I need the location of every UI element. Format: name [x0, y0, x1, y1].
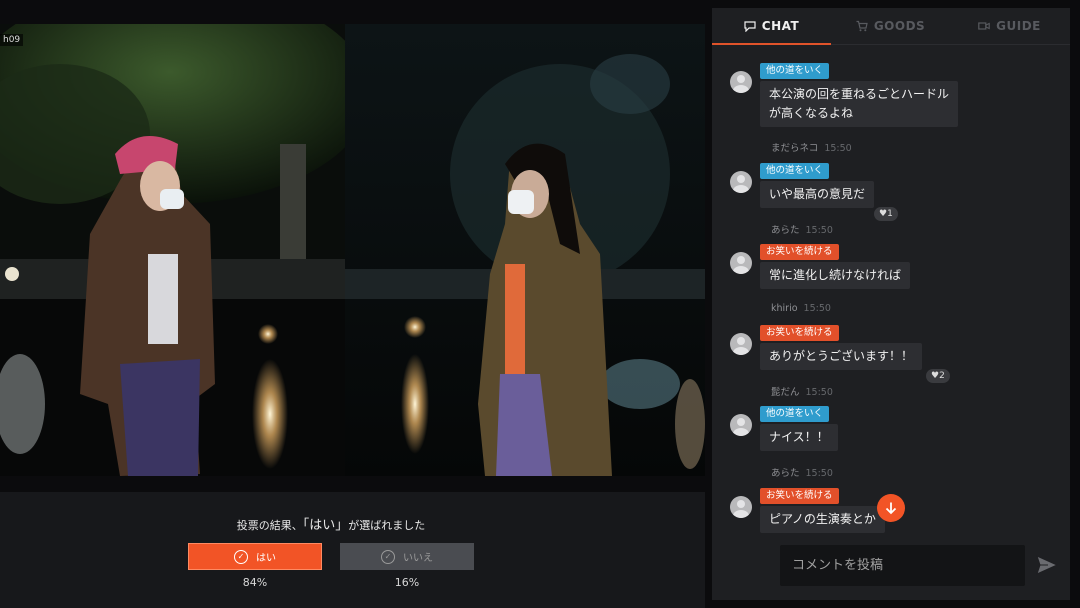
message-bubble: ナイス！！ — [760, 424, 838, 451]
vote-result-choice: 「はい」 — [302, 518, 349, 533]
tab-chat-label: CHAT — [761, 19, 800, 33]
message-meta: あらた 15:50 — [771, 465, 833, 479]
message-user: khirio — [771, 303, 798, 314]
tab-chat[interactable]: CHAT — [712, 8, 831, 45]
vote-option-no-button[interactable]: ✓ いいえ — [340, 543, 474, 570]
message-bubble: いや最高の意見だ — [760, 181, 875, 208]
message-text-line: 常に進化し続けなければ — [769, 268, 902, 282]
avatar — [730, 333, 752, 355]
cart-icon — [856, 20, 868, 32]
scroll-to-latest-button[interactable] — [877, 494, 905, 522]
comment-composer — [780, 545, 1025, 586]
choice-tag: お笑いを続ける — [760, 244, 839, 260]
message-text-line: いや最高の意見だ — [769, 187, 866, 201]
chat-bubble-icon — [744, 21, 756, 32]
vote-result-prefix: 投票の結果、 — [236, 519, 303, 532]
vote-option-no-label: いいえ — [403, 553, 433, 564]
send-button[interactable] — [1036, 555, 1059, 575]
arrow-down-icon — [885, 502, 897, 515]
message-text-line: ナイス！！ — [769, 430, 829, 444]
message-time: 15:50 — [805, 225, 833, 236]
message-user: まだらネコ — [771, 143, 819, 154]
message-user: 髭だん — [771, 387, 800, 398]
vote-no-percent: 16% — [394, 576, 420, 589]
message-meta: あらた 15:50 — [771, 222, 833, 236]
message-meta: khirio 15:50 — [771, 303, 831, 314]
choice-tag: お笑いを続ける — [760, 488, 839, 504]
avatar — [730, 414, 752, 436]
message-time: 15:50 — [805, 468, 833, 479]
chat-message: 他の道をいく ナイス！！ あらた 15:50 — [730, 406, 1060, 479]
vote-result-text: 投票の結果、「はい」が選ばれました — [0, 514, 662, 533]
vote-result-panel: 投票の結果、「はい」が選ばれました ✓ はい ✓ いいえ 84% 16% — [0, 492, 705, 608]
tab-goods-label: GOODS — [873, 19, 926, 33]
chat-message: 他の道をいく 本公演の回を重ねるごとハードル が高くなるよね まだらネコ 15:5… — [730, 63, 1060, 154]
check-circle-icon: ✓ — [381, 549, 395, 564]
chat-message: 他の道をいく いや最高の意見だ ♥1 あらた 15:50 — [730, 163, 1060, 236]
choice-tag: 他の道をいく — [760, 406, 830, 422]
side-panel: CHAT GOODS GUIDE 他の道をいく 本公演の回を重ねるごとハードル … — [712, 8, 1070, 600]
vote-option-yes-button[interactable]: ✓ はい — [188, 543, 322, 570]
message-bubble: 本公演の回を重ねるごとハードル が高くなるよね — [760, 81, 959, 127]
message-meta: 髭だん 15:50 — [771, 384, 833, 398]
message-bubble: ピアノの生演奏とか — [760, 506, 885, 533]
avatar — [730, 496, 752, 518]
message-text-line: 本公演の回を重ねるごとハードル — [769, 87, 950, 101]
comment-input[interactable] — [780, 545, 1025, 586]
tab-guide[interactable]: GUIDE — [950, 8, 1069, 44]
avatar — [730, 252, 752, 274]
chat-message-list[interactable]: 他の道をいく 本公演の回を重ねるごとハードル が高くなるよね まだらネコ 15:5… — [712, 54, 1070, 538]
message-bubble: 常に進化し続けなければ — [760, 262, 911, 289]
message-time: 15:50 — [824, 143, 852, 154]
tab-guide-label: GUIDE — [996, 19, 1041, 33]
avatar — [730, 171, 752, 193]
tab-goods[interactable]: GOODS — [831, 8, 950, 44]
choice-tag: 他の道をいく — [760, 163, 830, 179]
video-overlay-id: h09 — [0, 34, 24, 46]
message-bubble: ありがとうございます！！ — [760, 343, 923, 370]
message-text-line: ピアノの生演奏とか — [769, 512, 876, 526]
message-user: あらた — [771, 225, 800, 236]
video-camera-icon — [978, 22, 990, 30]
message-user: あらた — [771, 468, 800, 479]
message-text-line: ありがとうございます！！ — [769, 349, 914, 363]
choice-tag: 他の道をいく — [760, 63, 830, 79]
avatar — [730, 71, 752, 93]
vote-result-suffix: が選ばれました — [348, 519, 426, 532]
message-time: 15:50 — [805, 387, 833, 398]
chat-message: お笑いを続ける ありがとうございます！！ ♥2 髭だん 15:50 — [730, 325, 1060, 398]
check-circle-icon: ✓ — [234, 549, 248, 564]
chat-message: お笑いを続ける 常に進化し続けなければ khirio 15:50 — [730, 244, 1060, 314]
message-meta: まだらネコ 15:50 — [771, 140, 852, 154]
video-frame-image — [0, 24, 705, 476]
like-count-badge[interactable]: ♥2 — [926, 369, 950, 383]
vote-option-yes-label: はい — [256, 553, 276, 564]
panel-tabs: CHAT GOODS GUIDE — [712, 8, 1070, 45]
video-player[interactable]: h09 — [0, 24, 705, 476]
send-icon — [1036, 555, 1059, 575]
message-time: 15:50 — [803, 303, 831, 314]
like-count-badge[interactable]: ♥1 — [874, 207, 898, 221]
vote-yes-percent: 84% — [242, 576, 268, 589]
choice-tag: お笑いを続ける — [760, 325, 839, 341]
message-text-line: が高くなるよね — [769, 106, 854, 120]
